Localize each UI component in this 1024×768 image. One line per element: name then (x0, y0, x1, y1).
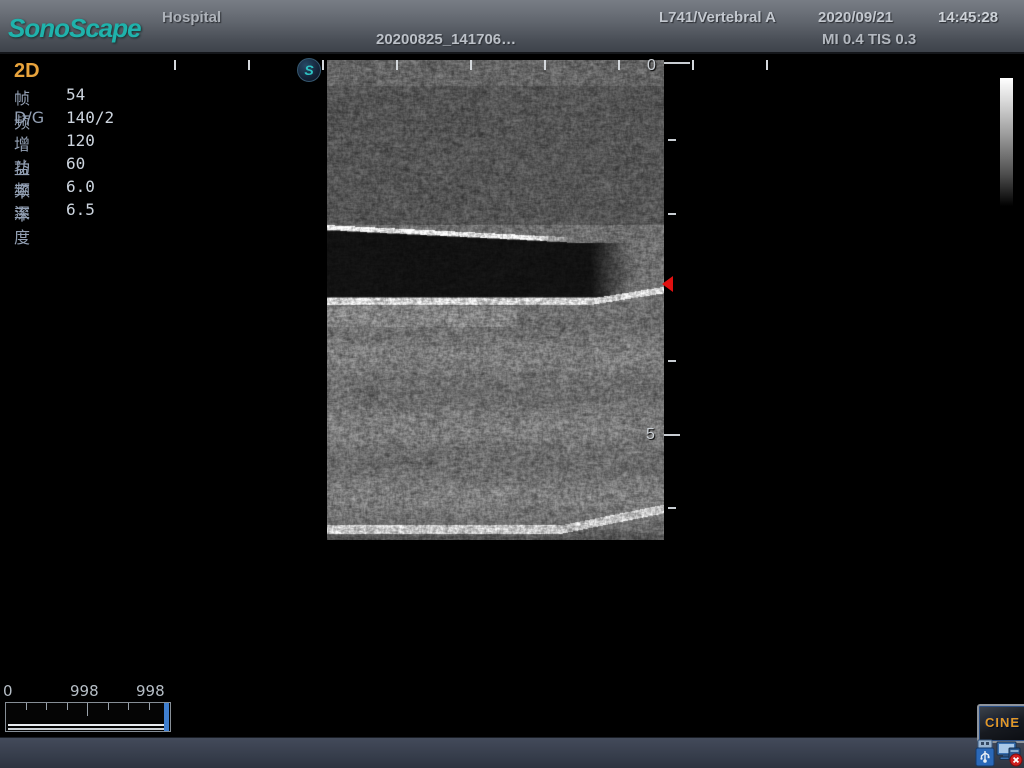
grayscale-bar (1000, 78, 1013, 206)
param-value: 60 (66, 154, 85, 173)
ruler-tick (664, 62, 690, 64)
param-value: 54 (66, 85, 85, 104)
cine-button[interactable]: CINE (977, 704, 1024, 743)
exam-id: 20200825_141706… (376, 31, 516, 48)
ruler-tick (668, 360, 676, 362)
param-value: 6.0 (66, 177, 95, 196)
ruler-tick (692, 60, 694, 70)
usb-icon[interactable] (973, 739, 997, 767)
ruler-tick (668, 213, 676, 215)
ruler-tick (470, 60, 472, 70)
red-x-badge (1010, 754, 1022, 766)
cine-tick (87, 703, 88, 716)
focus-marker-icon[interactable] (662, 276, 673, 292)
param-value: 140/2 (66, 108, 114, 127)
ruler-tick (668, 139, 676, 141)
cine-tick (108, 703, 109, 710)
ruler-tick (664, 434, 680, 436)
mode-label: 2D (14, 60, 40, 83)
date-display: 2020/09/21 (818, 9, 893, 26)
param-label: D/G (14, 108, 44, 127)
depth-label-5: 5 (646, 426, 655, 444)
param-value: 120 (66, 131, 95, 150)
hospital-name: Hospital (162, 9, 221, 26)
ruler-tick (618, 60, 620, 70)
cine-tick (149, 703, 150, 710)
param-label: 深度 (14, 200, 30, 248)
taskbar (0, 737, 1024, 768)
ultrasound-image (327, 60, 664, 540)
param-value: 6.5 (66, 200, 95, 219)
ultrasound-app: SonoScape Hospital 20200825_141706… L741… (0, 0, 1024, 768)
ruler-tick (174, 60, 176, 70)
cine-tick (26, 703, 27, 710)
probe-preset: L741/Vertebral A (659, 9, 776, 26)
header-bar: SonoScape Hospital 20200825_141706… L741… (0, 0, 1024, 54)
ruler-tick (766, 60, 768, 70)
sonoscape-s-icon: S (297, 58, 321, 82)
cine-tick (46, 703, 47, 710)
ruler-tick (248, 60, 250, 70)
cine-scale-end: 998 (136, 682, 165, 700)
ruler-tick (322, 60, 324, 70)
ruler-tick (544, 60, 546, 70)
network-error-icon[interactable] (995, 740, 1023, 767)
ruler-tick (396, 60, 398, 70)
cine-scale-mid: 998 (70, 682, 99, 700)
cine-tick (67, 703, 68, 710)
cine-tick (128, 703, 129, 710)
cine-scale-start: 0 (3, 682, 13, 700)
ruler-tick (668, 507, 676, 509)
cine-progress-line (8, 724, 166, 726)
mi-tis-display: MI 0.4 TIS 0.3 (822, 31, 916, 48)
cine-progress-line (8, 728, 166, 730)
cine-scrollbar[interactable] (5, 702, 171, 732)
depth-label-0: 0 (647, 57, 656, 75)
time-display: 14:45:28 (938, 9, 998, 26)
cine-position-handle[interactable] (164, 703, 169, 731)
sonoscape-logo: SonoScape (8, 13, 141, 44)
